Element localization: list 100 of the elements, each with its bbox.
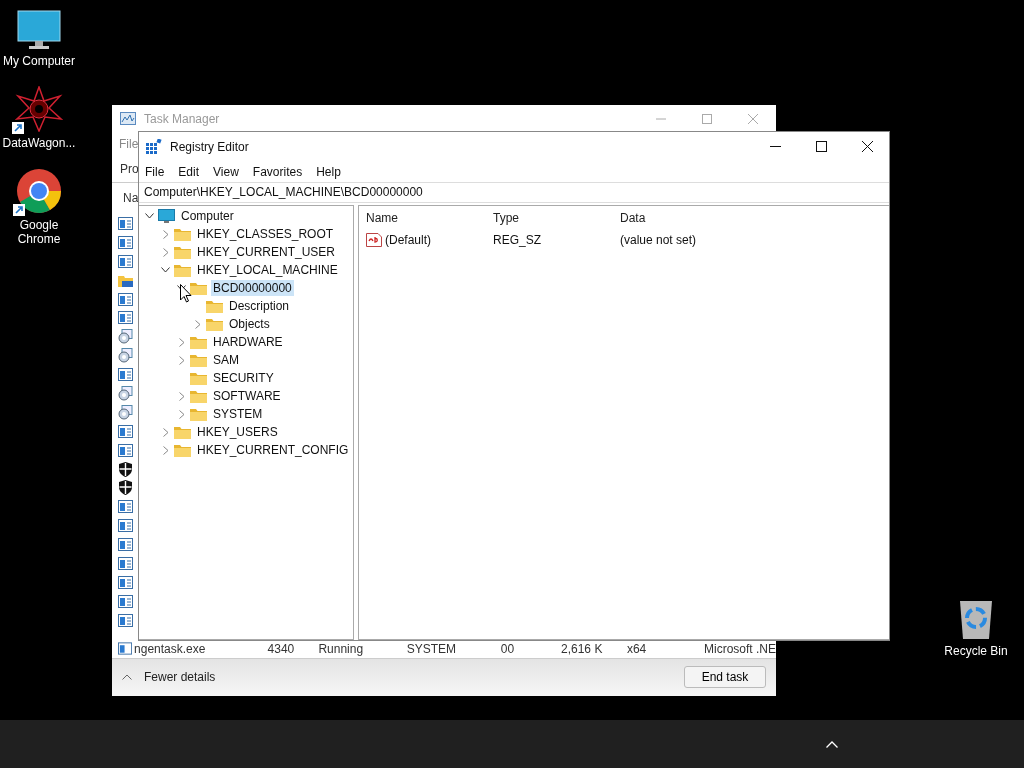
fewer-details-button[interactable]: Fewer details — [122, 670, 216, 685]
window-title: Task Manager — [144, 111, 220, 126]
desktop-icon-label[interactable]: Recycle Bin — [944, 644, 1008, 658]
folder-icon — [174, 227, 191, 241]
column-header[interactable]: Type — [486, 211, 613, 225]
app-window-icon — [118, 235, 133, 249]
desktop-icon-label[interactable]: Google Chrome — [0, 218, 78, 246]
app-window-icon — [118, 594, 133, 608]
folder-icon — [190, 335, 207, 349]
tree-item[interactable]: SECURITY — [211, 370, 276, 386]
app-window-icon — [118, 575, 133, 589]
tree-item[interactable]: HKEY_CURRENT_CONFIG — [195, 442, 351, 458]
tree-item[interactable]: HKEY_LOCAL_MACHINE — [195, 262, 340, 278]
tree-item[interactable]: SAM — [211, 352, 241, 368]
mouse-pointer-icon — [180, 284, 192, 303]
table-cell-text: SYSTEM — [406, 641, 458, 656]
tree-item[interactable]: HKEY_CLASSES_ROOT — [195, 226, 336, 242]
table-cell-text: x64 — [626, 641, 648, 656]
value-name[interactable]: (Default) — [385, 233, 431, 247]
menu-item[interactable]: Help — [316, 164, 341, 179]
chart-icon — [120, 112, 136, 126]
menu-item[interactable]: Edit — [178, 164, 200, 179]
tree-item[interactable]: Description — [227, 298, 292, 314]
caret-up-icon[interactable] — [826, 740, 838, 748]
folder-icon — [118, 273, 133, 287]
tree-item[interactable]: Objects — [227, 316, 272, 332]
menu-item[interactable]: File — [145, 164, 165, 179]
folder-icon — [190, 407, 207, 421]
caret-icon — [122, 674, 132, 681]
table-cell-text: REG_SZ — [492, 233, 542, 247]
column-header[interactable]: Name — [359, 211, 486, 225]
tab[interactable]: Pro — [120, 161, 139, 176]
folder-icon — [174, 245, 191, 259]
chevron-right-icon[interactable] — [162, 427, 169, 437]
chevron-right-icon[interactable] — [178, 391, 185, 401]
table-cell-text: 4340 — [267, 641, 296, 656]
cube-grid-icon — [146, 138, 162, 155]
app-window-icon — [118, 613, 133, 627]
app-window-icon — [118, 642, 133, 656]
chevron-down-icon[interactable] — [145, 213, 154, 219]
string-value-icon — [366, 233, 382, 247]
gear-window-icon — [118, 386, 133, 402]
chevron-right-icon[interactable] — [162, 229, 169, 239]
tree-item[interactable]: HKEY_USERS — [195, 424, 280, 440]
gear-window-icon — [118, 329, 133, 345]
column-header[interactable]: Na — [123, 191, 139, 206]
monitor-icon — [158, 208, 175, 224]
gear-window-icon — [118, 348, 133, 364]
shield-icon — [118, 461, 133, 477]
folder-icon — [190, 389, 207, 403]
chevron-right-icon[interactable] — [178, 355, 185, 365]
tree-item[interactable]: BCD00000000 — [211, 280, 294, 296]
gear-window-icon — [118, 404, 133, 420]
table-cell: Microsoft .NE — [704, 641, 776, 656]
close-icon[interactable] — [862, 141, 873, 152]
app-window-icon — [118, 557, 133, 571]
star-burst-icon[interactable] — [15, 86, 63, 132]
app-window-icon — [118, 538, 133, 552]
recycle-bin-icon[interactable] — [958, 598, 994, 640]
folder-icon — [174, 263, 191, 277]
table-cell-text: 2,616 K — [561, 641, 604, 656]
tree-item[interactable]: HARDWARE — [211, 334, 285, 350]
app-window-icon — [118, 217, 133, 230]
app-window-icon — [118, 500, 133, 514]
desktop-icon-label[interactable]: My Computer — [3, 54, 75, 68]
chevron-right-icon[interactable] — [194, 319, 201, 329]
folder-icon — [174, 425, 191, 439]
app-window-icon — [118, 368, 133, 382]
folder-icon — [206, 317, 223, 331]
menu-item[interactable]: View — [213, 164, 239, 179]
tree-item[interactable]: SOFTWARE — [211, 388, 283, 404]
app-window-icon — [118, 519, 133, 533]
folder-icon — [190, 281, 207, 295]
tree-item[interactable]: SYSTEM — [211, 406, 265, 422]
chevron-down-icon[interactable] — [161, 267, 170, 273]
end-task-button[interactable]: End task — [684, 666, 766, 689]
chevron-right-icon[interactable] — [178, 337, 185, 347]
menu-item[interactable]: Favorites — [252, 164, 303, 179]
folder-icon — [190, 353, 207, 367]
window-title: Registry Editor — [170, 139, 249, 154]
chevron-right-icon[interactable] — [162, 445, 169, 455]
tree-item[interactable]: HKEY_CURRENT_USER — [195, 244, 338, 260]
maximize-icon[interactable] — [816, 141, 827, 152]
tree-item[interactable]: Computer — [179, 208, 236, 224]
folder-icon — [206, 299, 223, 313]
menu-item[interactable]: File — [119, 137, 139, 152]
app-window-icon — [118, 292, 133, 306]
table-cell-text: 00 — [500, 641, 516, 656]
browser-icon[interactable] — [16, 168, 62, 214]
address-field[interactable]: Computer\HKEY_LOCAL_MACHINE\BCD00000000 — [139, 182, 889, 203]
app-window-icon — [118, 254, 133, 268]
chevron-right-icon[interactable] — [162, 247, 169, 257]
shield-icon — [118, 480, 133, 496]
app-window-icon — [118, 311, 133, 325]
monitor-icon[interactable] — [16, 10, 62, 50]
desktop-icon-label[interactable]: DataWagon... — [2, 136, 76, 150]
table-cell-text: Running — [318, 641, 365, 656]
chevron-right-icon[interactable] — [178, 409, 185, 419]
app-window-icon — [118, 424, 133, 438]
column-header[interactable]: Data — [613, 211, 889, 225]
